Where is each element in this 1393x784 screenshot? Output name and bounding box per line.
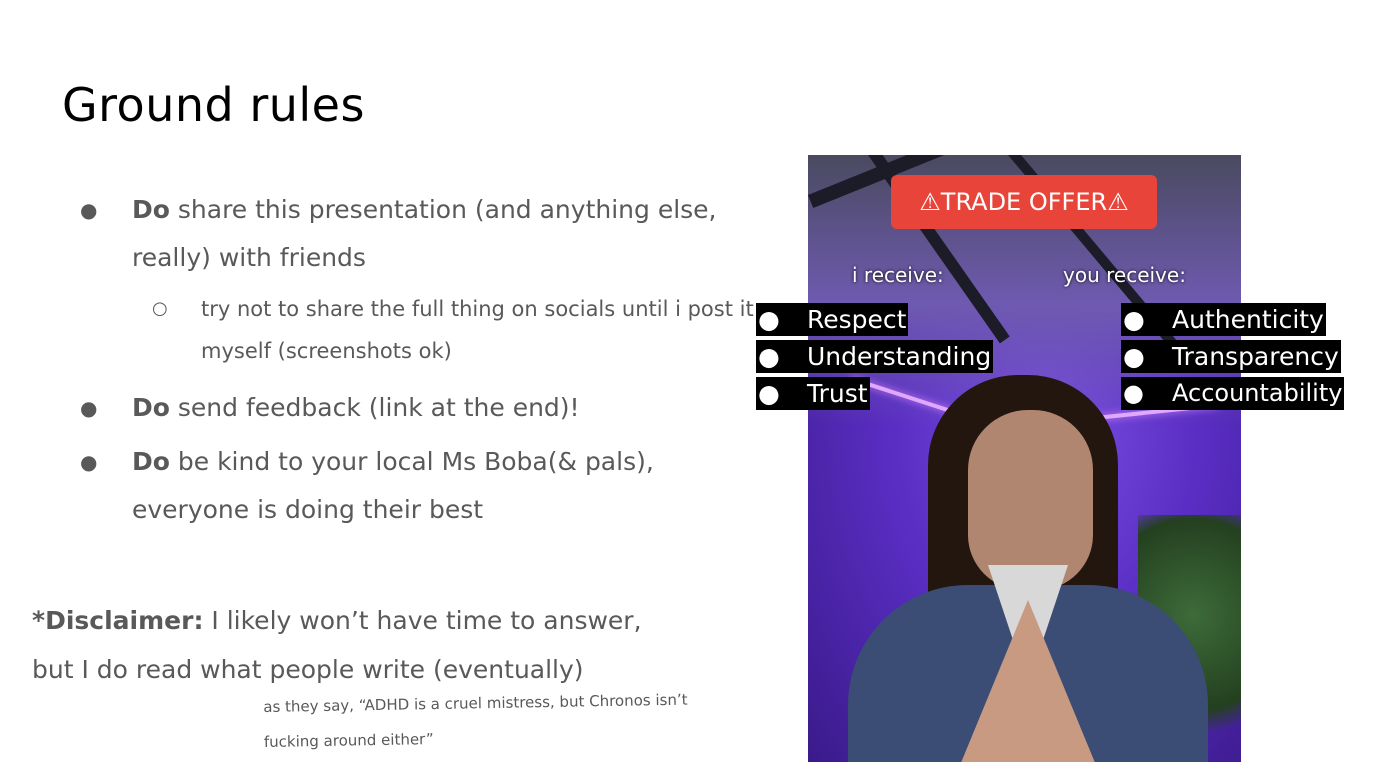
bullet-bold-label: Do [132, 195, 170, 224]
bullet-icon: ● [80, 198, 98, 222]
list-item: ● Do be kind to your local Ms Boba(& pal… [80, 438, 692, 534]
person-photo [808, 155, 1241, 762]
you-receive-list: ● Authenticity ● Transparency ● Accountabil… [1121, 303, 1345, 414]
bullet-text: be kind to your local Ms Boba(& pals), e… [132, 447, 654, 524]
disclaimer: *Disclaimer: I likely won’t have time to… [32, 596, 672, 694]
bullet-icon: ● [80, 396, 98, 420]
i-receive-list: ● Respect ● Understanding ● Trust [756, 303, 994, 414]
you-receive-item: ● Authenticity [1121, 303, 1326, 336]
list-item: ● Do send feedback (link at the end)! [80, 384, 730, 432]
face [968, 410, 1093, 590]
i-receive-item: ● Understanding [756, 340, 994, 373]
bullet-text: share this presentation (and anything el… [132, 195, 717, 272]
sub-list-item: ○ try not to share the full thing on soc… [80, 288, 801, 372]
you-receive-item: ● Transparency [1121, 340, 1341, 373]
you-receive-item: ● Accountability [1121, 377, 1345, 410]
bullet-text: send feedback (link at the end)! [169, 393, 580, 422]
sub-bullet-text: try not to share the full thing on socia… [201, 297, 754, 363]
hollow-bullet-icon: ○ [152, 298, 168, 319]
list-item: ● Do share this presentation (and anythi… [80, 186, 730, 282]
ground-rules-list: ● Do share this presentation (and anythi… [80, 186, 754, 540]
bullet-bold-label: Do [132, 447, 170, 476]
i-receive-item: ● Respect [756, 303, 909, 336]
bullet-bold-label: Do [132, 393, 170, 422]
slide-title: Ground rules [62, 78, 365, 132]
i-receive-item: ● Trust [756, 377, 870, 410]
disclaimer-label: *Disclaimer: [32, 606, 204, 635]
trade-offer-meme-image: ⚠TRADE OFFER⚠ i receive: you receive: [808, 155, 1241, 762]
quote-text: as they say, “ADHD is a cruel mistress, … [263, 690, 688, 751]
bullet-icon: ● [80, 450, 98, 474]
